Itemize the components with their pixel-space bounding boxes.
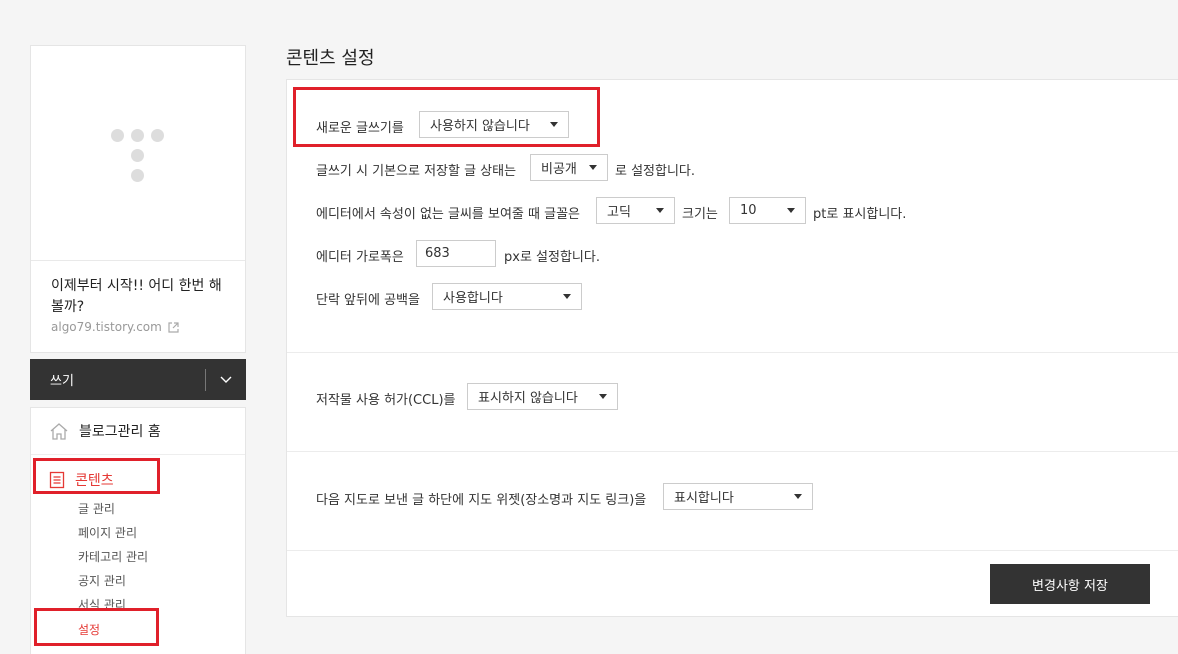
dropdown-arrow-icon [787,208,795,213]
dropdown-arrow-icon [656,208,664,213]
dropdown-arrow-icon [563,294,571,299]
dropdown-arrow-icon [794,494,802,499]
blog-logo[interactable] [31,46,245,261]
default-status-select[interactable]: 비공개 [530,154,608,181]
logo-dot [131,129,144,142]
home-icon [50,423,68,440]
default-status-prefix: 글쓰기 시 기본으로 저장할 글 상태는 [316,164,517,179]
menu-item-home[interactable]: 블로그관리 홈 [31,408,245,455]
external-link-icon [168,321,179,333]
font-prefix: 에디터에서 속성이 없는 글씨를 보여줄 때 글꼴은 [316,207,580,222]
logo-dot [131,149,144,162]
blog-card: 이제부터 시작!! 어디 한번 해볼까? algo79.tistory.com [30,45,246,353]
section-divider [287,550,1178,551]
map-widget-label: 다음 지도로 보낸 글 하단에 지도 위젯(장소명과 지도 링크)을 [316,493,647,508]
write-button[interactable]: 쓰기 [30,359,246,400]
dropdown-arrow-icon [599,394,607,399]
blog-title[interactable]: 이제부터 시작!! 어디 한번 해볼까? [51,276,231,318]
highlight-box [34,608,159,646]
width-prefix: 에디터 가로폭은 [316,250,404,265]
menu-sub-notices[interactable]: 공지 관리 [78,572,126,589]
highlight-box [293,87,600,147]
dropdown-arrow-icon [589,165,597,170]
section-divider [287,352,1178,353]
menu-item-home-label: 블로그관리 홈 [79,424,161,440]
font-size-value: 10 [740,203,757,218]
map-widget-select[interactable]: 표시합니다 [663,483,813,510]
logo-dot [111,129,124,142]
ccl-label: 저작물 사용 허가(CCL)를 [316,393,456,408]
settings-panel: 새로운 글쓰기를 사용하지 않습니다 글쓰기 시 기본으로 저장할 글 상태는 … [286,79,1178,617]
spacing-label: 단락 앞뒤에 공백을 [316,293,420,308]
default-status-value: 비공개 [541,162,577,177]
font-family-value: 고딕 [607,205,631,220]
page-title: 콘텐츠 설정 [286,48,375,69]
blog-url-link[interactable]: algo79.tistory.com [51,320,179,334]
ccl-select[interactable]: 표시하지 않습니다 [467,383,618,410]
width-suffix: px로 설정합니다. [504,250,600,265]
menu-sub-categories[interactable]: 카테고리 관리 [78,548,148,565]
section-divider [287,451,1178,452]
default-status-suffix: 로 설정합니다. [615,164,696,179]
save-button[interactable]: 변경사항 저장 [990,564,1150,604]
map-widget-value: 표시합니다 [674,491,734,506]
highlight-box [33,458,160,494]
chevron-down-icon[interactable] [206,376,246,384]
write-label: 쓰기 [50,374,74,389]
logo-dot [151,129,164,142]
editor-width-input[interactable] [416,240,496,267]
menu-sub-posts[interactable]: 글 관리 [78,500,115,517]
paragraph-spacing-select[interactable]: 사용합니다 [432,283,582,310]
menu-sub-pages[interactable]: 페이지 관리 [78,524,137,541]
font-size-label: 크기는 [682,207,718,222]
logo-dot [131,169,144,182]
blog-url: algo79.tistory.com [51,320,162,334]
font-suffix: pt로 표시합니다. [813,207,907,222]
ccl-value: 표시하지 않습니다 [478,391,578,406]
paragraph-spacing-value: 사용합니다 [443,291,503,306]
font-size-select[interactable]: 10 [729,197,806,224]
font-family-select[interactable]: 고딕 [596,197,675,224]
